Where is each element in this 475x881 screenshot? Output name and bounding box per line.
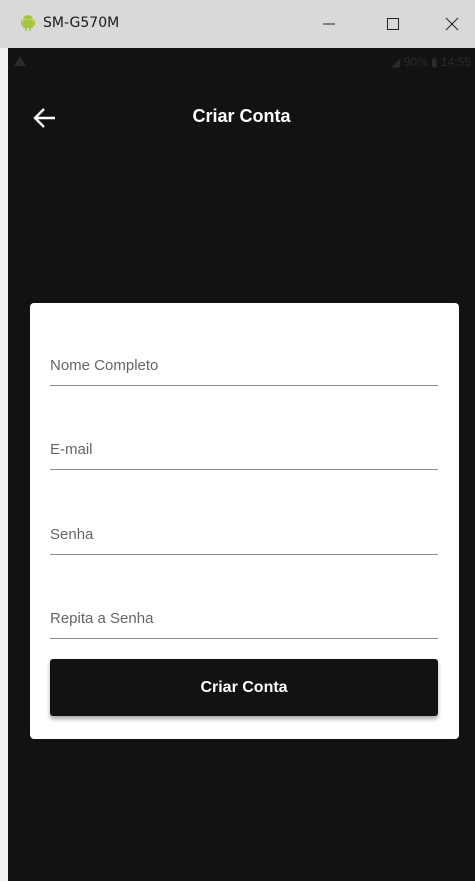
minimize-icon [323,23,335,25]
phone-screen: ◢ 90% ▮ 14:55 Criar Conta Criar Conta [8,48,475,881]
app-bar: Criar Conta [8,88,475,148]
password-field [50,514,438,555]
password-input[interactable] [50,514,438,554]
maximize-icon [387,18,399,30]
full-name-input[interactable] [50,345,438,385]
status-bar: ◢ 90% ▮ 14:55 [8,48,475,76]
signup-form-card: Criar Conta [30,303,459,739]
status-text: ◢ 90% ▮ 14:55 [391,55,471,69]
status-indicators: ◢ 90% ▮ 14:55 [391,55,471,69]
create-account-button[interactable]: Criar Conta [50,659,438,716]
email-input[interactable] [50,429,438,469]
repeat-password-field [50,598,438,639]
window-title: SM-G570M [43,15,120,31]
warning-icon [14,56,26,66]
close-icon [445,17,459,31]
maximize-button[interactable] [370,0,416,48]
email-field [50,429,438,470]
minimize-button[interactable] [306,0,352,48]
emulator-title-bar: SM-G570M [0,0,475,48]
android-icon [21,15,35,31]
close-button[interactable] [429,0,475,48]
full-name-field [50,345,438,386]
repeat-password-input[interactable] [50,598,438,638]
page-title: Criar Conta [192,106,291,126]
